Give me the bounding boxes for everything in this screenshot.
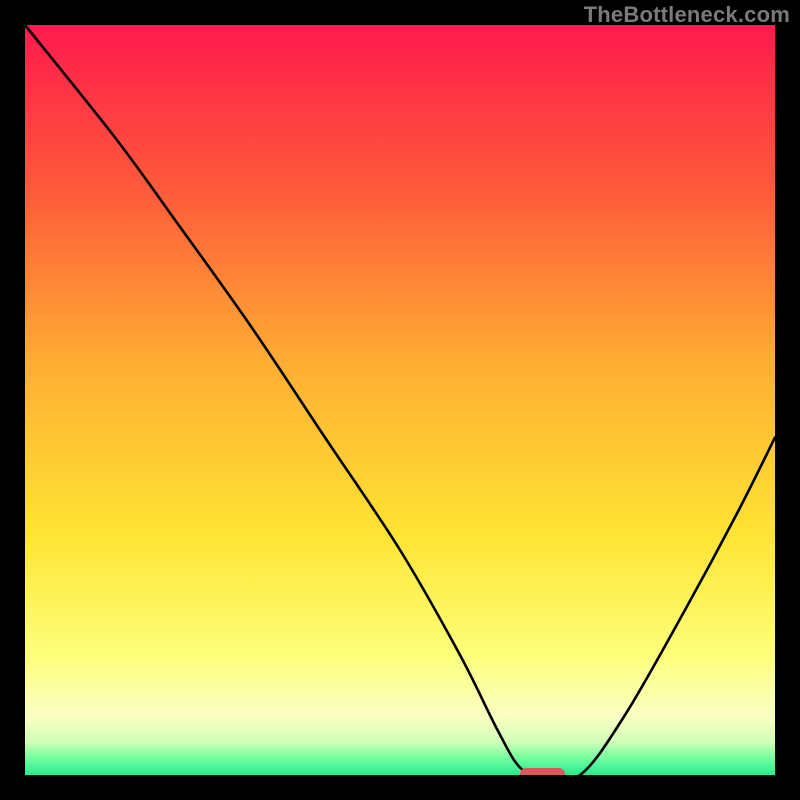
- chart-frame: TheBottleneck.com: [0, 0, 800, 800]
- chart-svg: [25, 25, 775, 775]
- optimal-marker: [520, 768, 565, 775]
- gradient-background: [25, 25, 775, 775]
- plot-area: [25, 25, 775, 775]
